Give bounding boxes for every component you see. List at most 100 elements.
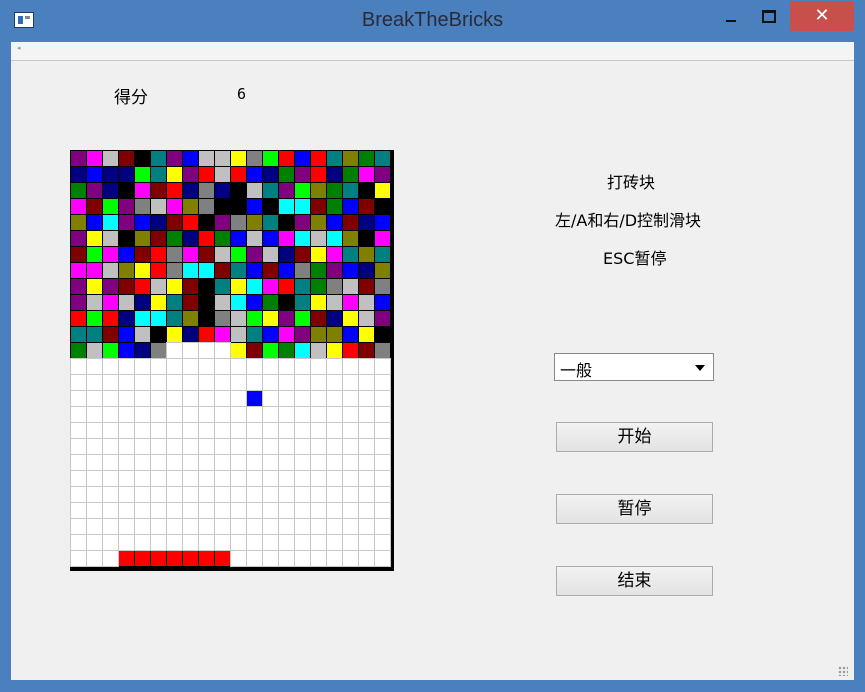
dropdown-arrow-icon [695, 365, 705, 371]
empty-cell [214, 422, 231, 439]
brick [311, 151, 326, 166]
empty-cell [342, 438, 359, 455]
empty-cell [86, 502, 103, 519]
empty-cell [294, 438, 311, 455]
empty-cell [374, 470, 391, 487]
brick [263, 295, 278, 310]
brick [151, 279, 166, 294]
empty-cell [230, 358, 247, 375]
brick [311, 199, 326, 214]
empty-cell [230, 486, 247, 503]
empty-cell [278, 486, 295, 503]
brick [327, 167, 342, 182]
brick [375, 215, 390, 230]
empty-cell [310, 534, 327, 551]
brick [263, 311, 278, 326]
brick [231, 167, 246, 182]
empty-cell [262, 358, 279, 375]
resize-grip-icon[interactable] [838, 666, 848, 676]
empty-cell [294, 406, 311, 423]
empty-cell [214, 534, 231, 551]
brick [263, 167, 278, 182]
brick [311, 167, 326, 182]
pause-button[interactable]: 暂停 [556, 494, 713, 524]
brick [375, 167, 390, 182]
empty-cell [102, 502, 119, 519]
brick [103, 311, 118, 326]
brick [119, 183, 134, 198]
brick [167, 295, 182, 310]
brick [375, 343, 390, 358]
empty-cell [230, 454, 247, 471]
brick [71, 295, 86, 310]
controls-hint: 左/A和右/D控制滑块 [555, 211, 702, 230]
brick [103, 343, 118, 358]
empty-cell [374, 518, 391, 535]
empty-cell [118, 438, 135, 455]
brick [183, 247, 198, 262]
empty-cell [326, 502, 343, 519]
empty-cell [294, 454, 311, 471]
difficulty-select[interactable]: 一般 [554, 353, 714, 381]
grip-icon: ◂ [17, 44, 21, 52]
empty-cell [230, 422, 247, 439]
empty-cell [310, 550, 327, 567]
empty-cell [134, 438, 151, 455]
empty-cell [166, 406, 183, 423]
brick [279, 151, 294, 166]
brick [87, 247, 102, 262]
brick [279, 263, 294, 278]
empty-cell [214, 406, 231, 423]
empty-cell [230, 470, 247, 487]
empty-cell [246, 486, 263, 503]
empty-cell [70, 406, 87, 423]
title-bar[interactable]: BreakTheBricks ✕ [0, 0, 865, 42]
empty-cell [134, 374, 151, 391]
empty-cell [294, 390, 311, 407]
empty-cell [166, 534, 183, 551]
empty-cell [182, 454, 199, 471]
brick [151, 311, 166, 326]
empty-cell [246, 470, 263, 487]
empty-cell [342, 470, 359, 487]
brick [263, 263, 278, 278]
empty-cell [70, 374, 87, 391]
brick [263, 343, 278, 358]
empty-cell [262, 502, 279, 519]
empty-cell [294, 374, 311, 391]
brick [71, 151, 86, 166]
empty-cell [166, 454, 183, 471]
brick [343, 279, 358, 294]
brick [231, 311, 246, 326]
empty-cell [246, 406, 263, 423]
brick [327, 279, 342, 294]
brick [263, 247, 278, 262]
game-board[interactable] [70, 150, 394, 571]
brick [71, 215, 86, 230]
maximize-button[interactable] [750, 2, 786, 24]
start-button[interactable]: 开始 [556, 422, 713, 452]
brick [183, 311, 198, 326]
brick [311, 279, 326, 294]
brick [199, 311, 214, 326]
empty-cell [182, 390, 199, 407]
empty-cell [214, 502, 231, 519]
empty-cell [230, 518, 247, 535]
brick [231, 199, 246, 214]
brick [359, 215, 374, 230]
client-area: ◂ 得分 6 打砖块 左/A和右/D控制滑块 ESC暂停 一般 开始 暂停 结束 [11, 42, 854, 680]
minimize-button[interactable] [716, 2, 746, 24]
empty-cell [294, 502, 311, 519]
brick [167, 183, 182, 198]
empty-cell [118, 502, 135, 519]
empty-cell [70, 534, 87, 551]
end-button[interactable]: 结束 [556, 566, 713, 596]
brick [295, 247, 310, 262]
brick [119, 279, 134, 294]
close-button[interactable]: ✕ [790, 1, 854, 31]
empty-cell [198, 502, 215, 519]
brick [343, 231, 358, 246]
empty-cell [358, 422, 375, 439]
empty-cell [182, 502, 199, 519]
brick [279, 247, 294, 262]
